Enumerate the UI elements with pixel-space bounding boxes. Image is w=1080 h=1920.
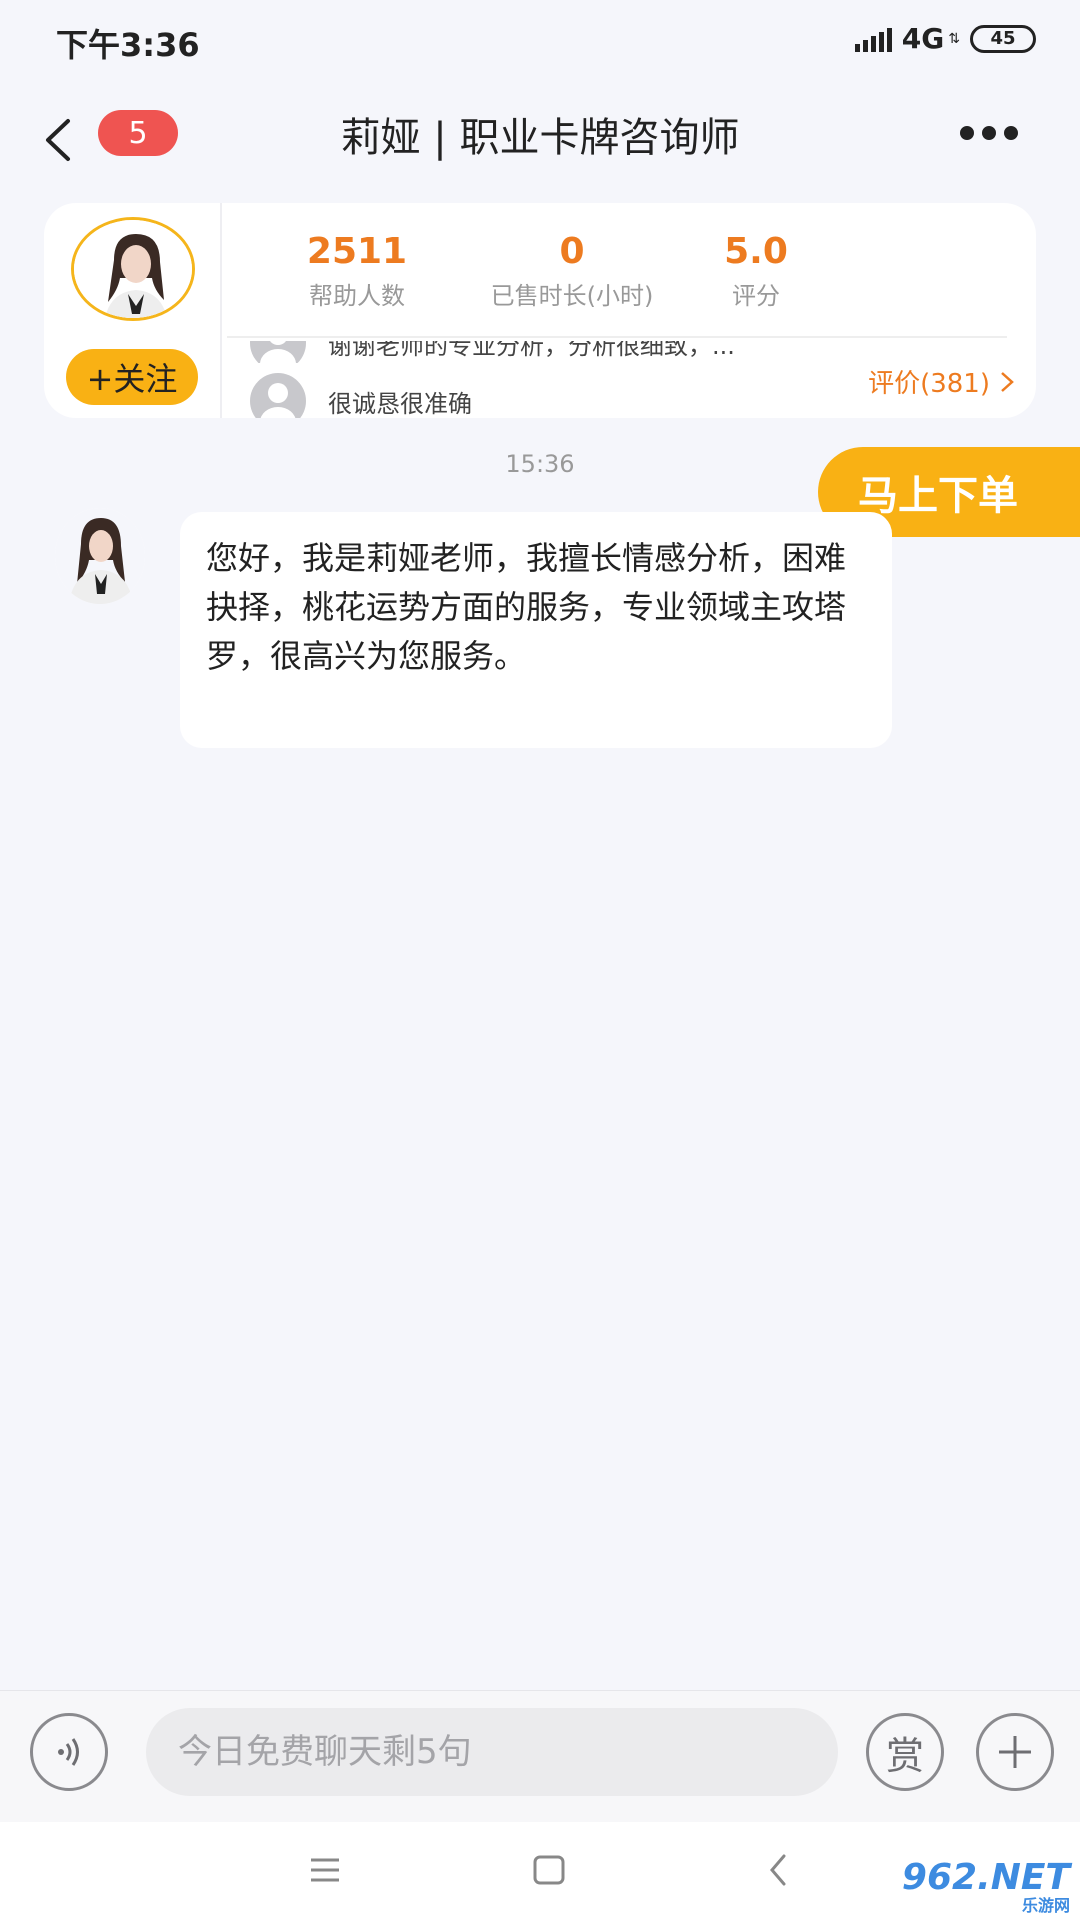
portrait-image [55, 508, 145, 604]
consultant-profile-card: +关注 2511 帮助人数 0 已售时长(小时) 5.0 评分 谢谢老师的专业分… [44, 203, 1036, 418]
watermark-logo: 962.NET 乐游网 [902, 1857, 1070, 1916]
status-time: 下午3:36 [56, 26, 200, 64]
message-bubble: 您好，我是莉娅老师，我擅长情感分析，困难抉择，桃花运势方面的服务，专业领域主攻塔… [180, 512, 892, 748]
plus-icon [999, 1736, 1031, 1768]
page-title: 莉娅 | 职业卡牌咨询师 [340, 115, 740, 161]
reviews-link-label: 评价(381) [868, 369, 990, 399]
system-nav-bar: 962.NET 乐游网 [0, 1822, 1080, 1920]
chevron-right-icon [1001, 371, 1014, 392]
follow-button[interactable]: +关注 [66, 349, 198, 405]
status-indicators: 4G ⇅ 45 [854, 22, 1036, 55]
stat-hours-label: 已售时长(小时) [490, 282, 654, 310]
back-nav-icon[interactable] [750, 1848, 810, 1892]
portrait-image [74, 220, 192, 318]
voice-icon [58, 1738, 79, 1766]
stat-helped-value: 2511 [306, 231, 408, 272]
data-arrows-icon: ⇅ [948, 30, 960, 47]
menu-icon[interactable] [295, 1848, 355, 1892]
reviews-link[interactable]: 评价(381) [868, 363, 1014, 400]
more-icon[interactable] [960, 126, 1018, 140]
status-bar: 下午3:36 4G ⇅ 45 [0, 0, 1080, 80]
divider [227, 336, 1007, 338]
review-item: 很诚恳很准确 [250, 373, 472, 418]
sender-avatar[interactable] [55, 508, 145, 604]
chat-input[interactable] [146, 1708, 838, 1796]
reviewer-avatar-icon [250, 373, 306, 418]
signal-icon [854, 26, 892, 52]
stat-rating: 5.0 评分 [706, 231, 806, 311]
reward-label: 赏 [885, 1733, 924, 1778]
stat-helped: 2511 帮助人数 [282, 231, 432, 311]
reward-button[interactable]: 赏 [866, 1713, 944, 1791]
stat-hours: 0 已售时长(小时) [472, 231, 672, 311]
stat-hours-value: 0 [559, 231, 585, 272]
stats-row: 2511 帮助人数 0 已售时长(小时) 5.0 评分 [222, 231, 1036, 331]
add-button[interactable] [976, 1713, 1054, 1791]
consultant-avatar[interactable] [71, 217, 195, 321]
stat-helped-label: 帮助人数 [309, 282, 405, 310]
chat-input-bar: 赏 [0, 1690, 1080, 1822]
voice-button[interactable] [30, 1713, 108, 1791]
network-label: 4G [901, 22, 945, 55]
stat-rating-label: 评分 [732, 282, 780, 310]
home-icon[interactable] [518, 1848, 578, 1892]
review-text: 很诚恳很准确 [328, 389, 472, 418]
profile-left-panel: +关注 [44, 203, 222, 418]
stat-rating-value: 5.0 [724, 231, 788, 272]
battery-level: 45 [990, 28, 1016, 49]
battery-icon: 45 [970, 24, 1036, 53]
